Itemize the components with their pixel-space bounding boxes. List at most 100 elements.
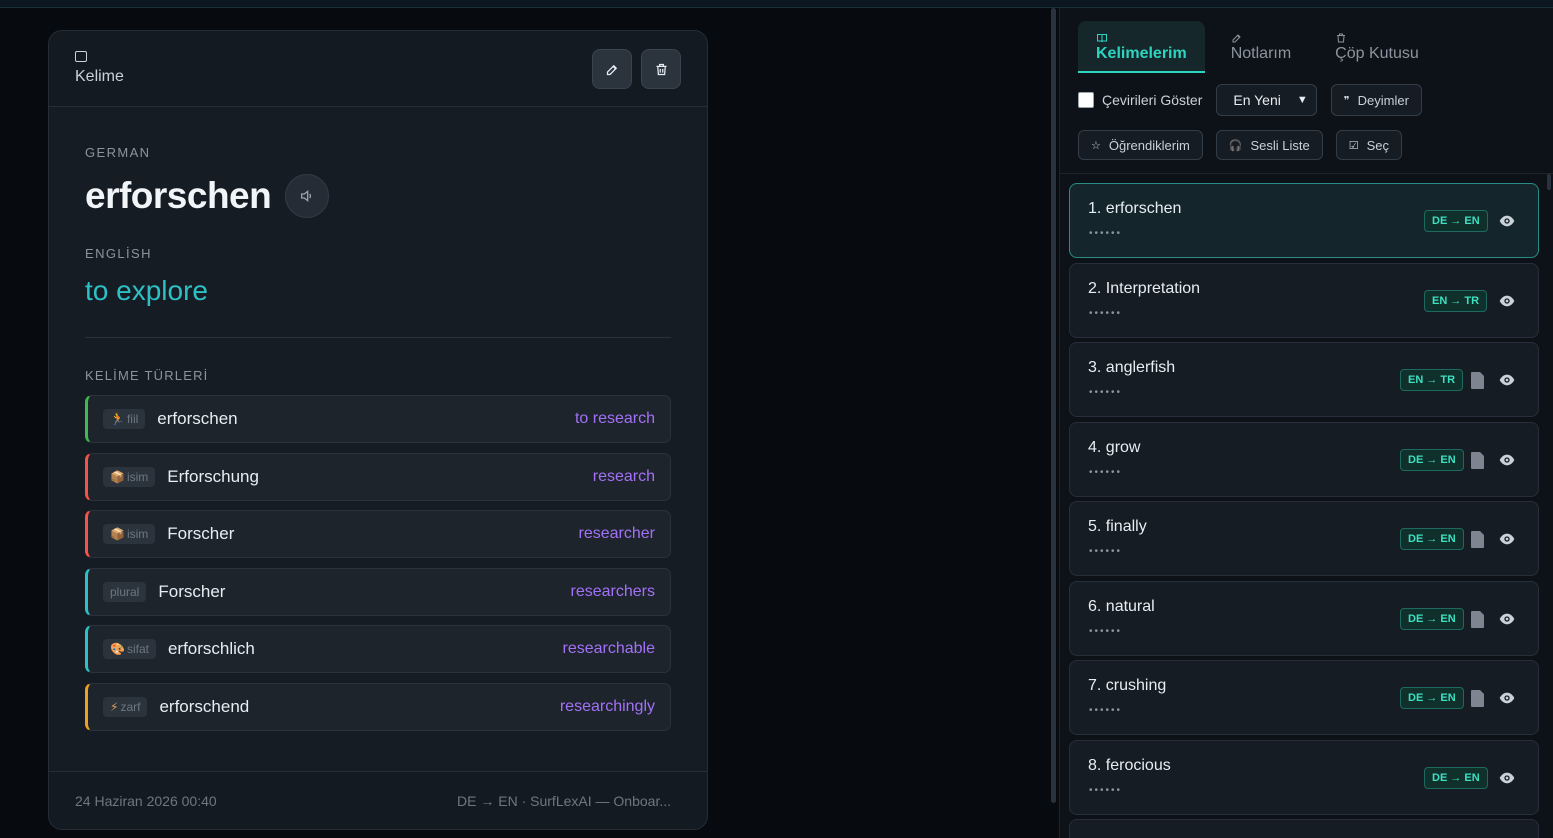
word-type-word: Forscher <box>158 581 226 601</box>
edit-button[interactable] <box>592 49 632 89</box>
top-bar <box>0 0 1553 8</box>
word-item-title: 7. crushing <box>1088 677 1167 694</box>
word-type-tag: ⚡ zarf <box>103 696 148 717</box>
eye-icon[interactable] <box>1498 213 1516 229</box>
edit-icon <box>1231 31 1243 43</box>
masked-translation: •••••• <box>1089 784 1123 796</box>
eye-icon[interactable] <box>1498 452 1516 468</box>
tab-notlarim[interactable]: Notlarım <box>1213 21 1309 73</box>
word-type-tag: plural <box>103 581 147 602</box>
word-type-tag: 🏃 fiil <box>103 409 146 429</box>
word-type-tag: 🎨 sifat <box>103 639 156 659</box>
masked-translation: •••••• <box>1089 705 1123 716</box>
divider <box>1060 173 1553 174</box>
language-pair-badge: DE → EN <box>1424 766 1488 789</box>
masked-translation: •••••• <box>1089 228 1123 239</box>
language-pair-badge: EN → TR <box>1424 289 1488 312</box>
trash-icon <box>656 63 666 75</box>
word-item-title: 1. erforschen <box>1088 200 1182 217</box>
word-type-row: 📦 isim Forscher researcher <box>85 510 671 558</box>
word-type-tag: 📦 isim <box>103 466 156 487</box>
chevron-down-icon: ▼ <box>1296 94 1308 106</box>
tab-cop-kutusu[interactable]: Çöp Kutusu <box>1317 21 1437 73</box>
word-type-word: Erforschung <box>167 466 259 486</box>
tab-kelimelerim[interactable]: Kelimelerim <box>1078 21 1205 73</box>
word-type-translation: research <box>592 467 655 485</box>
card-title: Kelime <box>75 68 124 85</box>
word-detail-card: Kelime GERMAN erforschen ENGLİSH to expl… <box>48 30 708 830</box>
panel-resize-handle[interactable] <box>1051 8 1056 803</box>
delete-button[interactable] <box>641 49 681 89</box>
word-type-row: 🏃 fiil erforschen to research <box>85 395 671 443</box>
audio-list-button[interactable]: 🎧 Sesli Liste <box>1215 130 1323 160</box>
word-types-list: 🏃 fiil erforschen to research 📦 isim Erfor… <box>85 395 671 731</box>
speaker-icon <box>301 189 312 203</box>
word-list-item[interactable]: 8. ferocious •••••• DE → EN <box>1069 739 1539 815</box>
edit-icon <box>606 64 617 75</box>
masked-translation: •••••• <box>1089 546 1123 557</box>
eye-icon[interactable] <box>1498 770 1516 786</box>
word-list-item[interactable]: 2. Interpretation •••••• EN → TR <box>1069 262 1539 338</box>
note-icon[interactable] <box>1471 531 1484 548</box>
idioms-button[interactable]: ❞ Deyimler <box>1330 84 1422 116</box>
note-icon[interactable] <box>1471 610 1484 628</box>
word-type-word: erforschend <box>159 696 250 716</box>
note-icon[interactable] <box>1471 451 1484 469</box>
source-language-label: GERMAN <box>85 145 151 160</box>
word-list-item[interactable]: 6. natural •••••• DE → EN <box>1069 580 1539 656</box>
learned-button[interactable]: ☆ Öğrendiklerim <box>1078 130 1203 160</box>
target-language-label: ENGLİSH <box>85 246 152 261</box>
tab-bar: Kelimelerim Notlarım Çöp Kutusu <box>1078 21 1445 73</box>
masked-translation: •••••• <box>1089 387 1123 398</box>
word-type-row: ⚡ zarf erforschend researchingly <box>85 682 671 731</box>
eye-icon[interactable] <box>1498 531 1516 547</box>
word-type-word: Forscher <box>167 524 235 543</box>
word-type-word: erforschen <box>157 409 238 428</box>
card-footer: 24 Haziran 2026 00:40 DE → EN · SurfLexA… <box>49 771 707 829</box>
word-list-item[interactable]: 4. grow •••••• DE → EN <box>1069 421 1539 497</box>
word-type-translation: researchingly <box>559 697 655 715</box>
scrollbar[interactable] <box>1547 174 1551 190</box>
select-button[interactable]: ☑ Seç <box>1335 130 1403 160</box>
word-item-title: 6. natural <box>1088 597 1155 615</box>
word-title: erforschen <box>85 175 272 216</box>
book-icon <box>1096 31 1108 43</box>
note-icon[interactable] <box>1471 690 1484 707</box>
word-type-row: 🎨 sifat erforschlich researchable <box>85 625 671 673</box>
masked-translation: •••••• <box>1089 625 1123 637</box>
pronounce-button[interactable] <box>285 174 330 218</box>
language-pair-badge: DE → EN <box>1400 528 1464 550</box>
eye-icon[interactable] <box>1498 690 1516 706</box>
word-type-translation: researchable <box>562 640 656 657</box>
language-pair-badge: DE → EN <box>1400 687 1464 709</box>
word-item-title: 2. Interpretation <box>1088 279 1201 297</box>
word-list-panel: Kelimelerim Notlarım Çöp Kutusu Çevirile… <box>1059 8 1553 838</box>
word-type-tag: 📦 isim <box>103 524 156 544</box>
word-type-translation: to research <box>574 410 655 427</box>
word-translation: to explore <box>85 275 208 306</box>
eye-icon[interactable] <box>1498 293 1516 309</box>
word-list: 1. erforschen •••••• DE → EN 2. Interpretat… <box>1069 183 1539 838</box>
created-date: 24 Haziran 2026 00:40 <box>75 792 217 809</box>
word-list-item[interactable]: 3. anglerfish •••••• EN → TR <box>1069 342 1539 417</box>
word-item-title: 5. finally <box>1088 518 1147 535</box>
word-type-row: plural Forscher researchers <box>85 567 671 616</box>
language-pair-badge: EN → TR <box>1400 369 1464 391</box>
card-header: Kelime <box>49 31 707 107</box>
word-list-item[interactable]: 1. erforschen •••••• DE → EN <box>1069 183 1539 258</box>
word-list-item[interactable]: 7. crushing •••••• DE → EN <box>1069 660 1539 735</box>
card-icon <box>75 51 87 62</box>
show-translations-checkbox[interactable] <box>1078 92 1094 108</box>
word-list-item[interactable] <box>1069 819 1539 838</box>
eye-icon[interactable] <box>1498 611 1516 627</box>
masked-translation: •••••• <box>1089 466 1123 478</box>
sort-select[interactable]: En Yeni ▼ <box>1216 84 1317 116</box>
divider <box>85 337 671 338</box>
note-icon[interactable] <box>1471 372 1484 389</box>
eye-icon[interactable] <box>1498 372 1516 388</box>
checkbox-icon: ☑ <box>1348 139 1359 152</box>
show-translations-label: Çevirileri Göster <box>1102 92 1203 108</box>
star-icon: ☆ <box>1091 139 1101 152</box>
quote-icon: ❞ <box>1343 94 1350 107</box>
word-list-item[interactable]: 5. finally •••••• DE → EN <box>1069 501 1539 576</box>
